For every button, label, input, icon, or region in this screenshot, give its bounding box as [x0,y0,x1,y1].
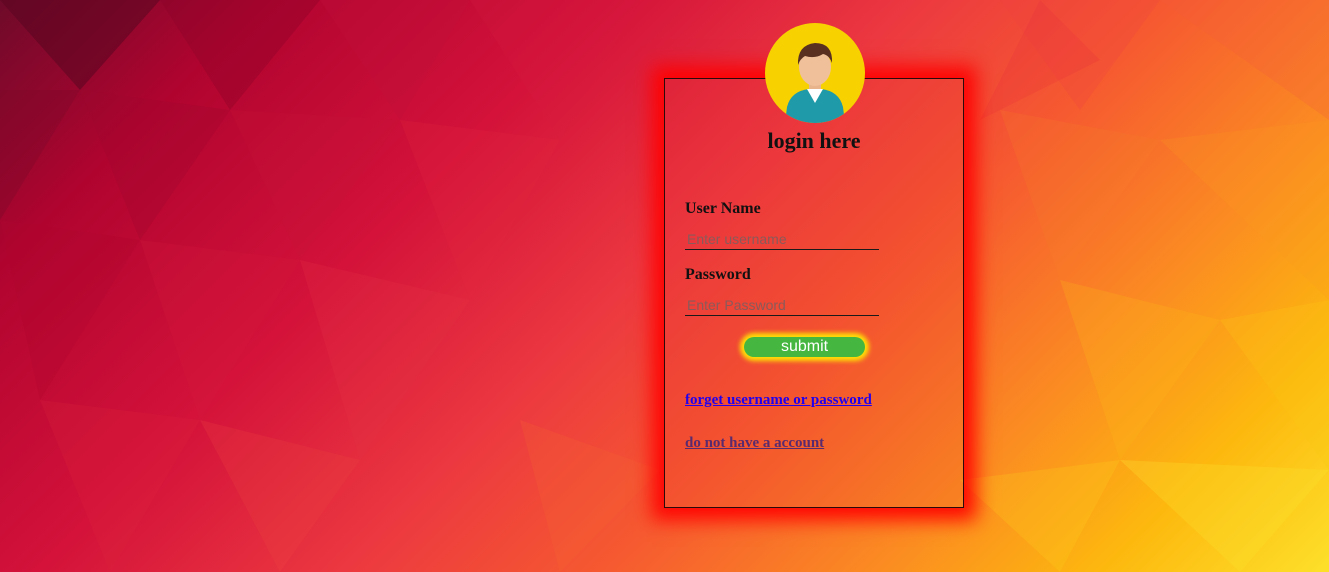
username-input[interactable] [685,228,879,250]
password-input[interactable] [685,294,879,316]
forgot-credentials-link[interactable]: forget username or password [685,392,872,409]
username-label: User Name [685,200,761,217]
login-title: login here [767,128,861,153]
user-avatar-icon [765,23,865,123]
password-label: Password [685,266,751,283]
submit-button[interactable]: submit [744,337,865,357]
register-link[interactable]: do not have a account [685,435,824,452]
